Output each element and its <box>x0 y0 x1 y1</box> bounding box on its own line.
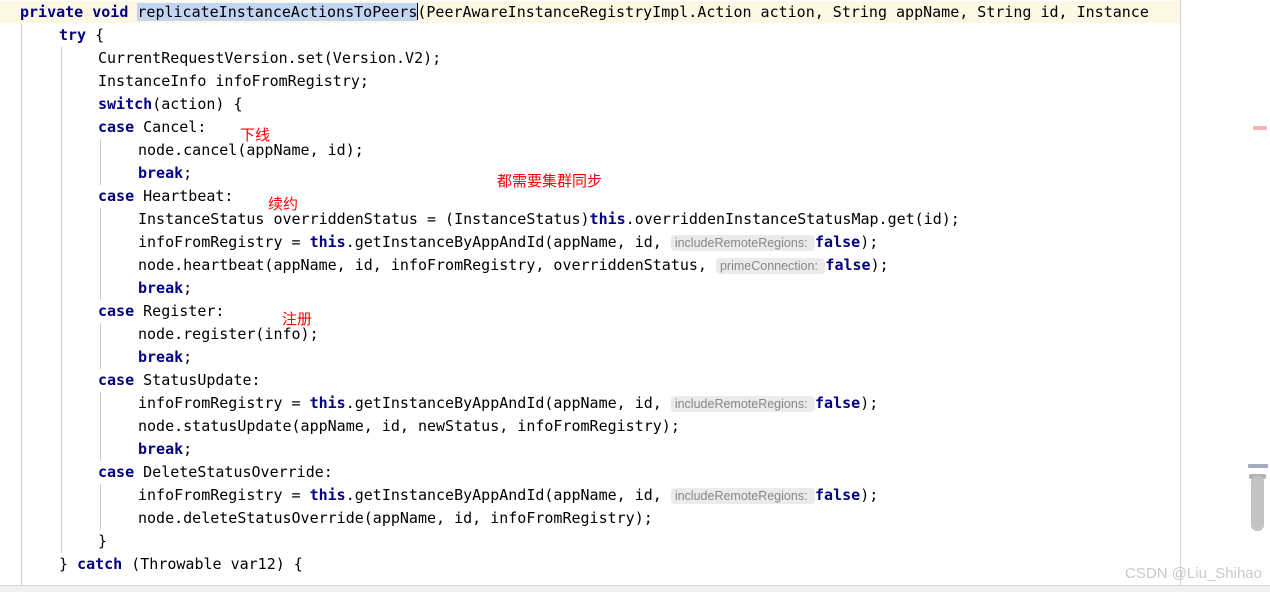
code-line[interactable]: node.heartbeat(appName, id, infoFromRegi… <box>0 254 889 277</box>
code-text: .getInstanceByAppAndId(appName, id, <box>345 486 671 504</box>
code-text: .getInstanceByAppAndId(appName, id, <box>345 233 671 251</box>
code-keyword: catch <box>77 555 123 573</box>
code-line[interactable]: case StatusUpdate: <box>0 369 261 392</box>
code-text: ; <box>183 279 193 297</box>
code-line[interactable]: switch(action) { <box>0 93 243 116</box>
code-line[interactable]: try { <box>0 24 104 47</box>
code-text: Register: <box>134 302 225 320</box>
code-text: ; <box>183 348 193 366</box>
code-keyword: case <box>98 118 135 136</box>
inlay-parameter-hint[interactable]: includeRemoteRegions: <box>670 488 816 504</box>
code-keyword: this <box>309 394 346 412</box>
selected-identifier: replicateInstanceActionsToPeers <box>137 3 418 21</box>
code-keyword: private <box>20 3 84 21</box>
code-text: } <box>98 532 108 550</box>
code-text: ); <box>860 394 879 412</box>
code-keyword: break <box>138 440 184 458</box>
code-line[interactable]: InstanceStatus overriddenStatus = (Insta… <box>0 208 960 231</box>
code-text: (Throwable var12) { <box>122 555 303 573</box>
inlay-hint-value: false <box>815 486 861 504</box>
code-line[interactable]: case Register: <box>0 300 224 323</box>
annotation-label: 续约 <box>268 195 299 213</box>
code-text: ); <box>860 233 879 251</box>
inlay-parameter-hint[interactable]: primeConnection: <box>715 258 826 274</box>
code-editor[interactable]: private void replicateInstanceActionsToP… <box>0 0 1270 592</box>
code-text: DeleteStatusOverride: <box>134 463 333 481</box>
code-text: Cancel: <box>134 118 207 136</box>
code-line[interactable]: } catch (Throwable var12) { <box>0 553 303 576</box>
error-stripe-marker[interactable] <box>1253 126 1267 130</box>
code-line[interactable]: break; <box>0 438 192 461</box>
code-line[interactable]: node.register(info); <box>0 323 319 346</box>
annotation-label: 下线 <box>240 126 271 144</box>
code-line[interactable]: node.statusUpdate(appName, id, newStatus… <box>0 415 680 438</box>
code-keyword: try <box>59 26 87 44</box>
code-text: (PeerAwareInstanceRegistryImpl.Action ac… <box>417 3 1149 21</box>
code-text: infoFromRegistry = <box>138 394 310 412</box>
code-line[interactable]: node.deleteStatusOverride(appName, id, i… <box>0 507 653 530</box>
code-line[interactable]: InstanceInfo infoFromRegistry; <box>0 70 369 93</box>
code-line[interactable]: infoFromRegistry = this.getInstanceByApp… <box>0 231 878 254</box>
code-text: InstanceInfo infoFromRegistry; <box>98 72 369 90</box>
code-keyword: case <box>98 187 135 205</box>
right-marker-gutter[interactable] <box>1181 0 1270 585</box>
csdn-watermark: CSDN @Liu_Shihao <box>1125 565 1262 582</box>
annotation-label: 注册 <box>282 310 313 328</box>
inlay-hint-value: false <box>825 256 871 274</box>
code-keyword: break <box>138 164 184 182</box>
code-keyword: this <box>589 210 626 228</box>
code-text: infoFromRegistry = <box>138 233 310 251</box>
code-text: } <box>59 555 78 573</box>
code-line[interactable]: break; <box>0 346 192 369</box>
code-keyword: case <box>98 463 135 481</box>
changed-lines-marker[interactable] <box>1248 464 1268 468</box>
editor-bottom-strip <box>0 585 1270 592</box>
code-text: (action) { <box>152 95 243 113</box>
code-text: ); <box>860 486 879 504</box>
code-text: infoFromRegistry = <box>138 486 310 504</box>
inlay-hint-value: false <box>815 394 861 412</box>
code-line[interactable]: node.cancel(appName, id); <box>0 139 364 162</box>
code-keyword: this <box>309 486 346 504</box>
code-keyword: this <box>309 233 346 251</box>
inlay-parameter-hint[interactable]: includeRemoteRegions: <box>670 235 816 251</box>
code-keyword: case <box>98 302 135 320</box>
code-text: ); <box>870 256 889 274</box>
code-text: .getInstanceByAppAndId(appName, id, <box>345 394 671 412</box>
code-keyword: switch <box>98 95 153 113</box>
code-line[interactable]: CurrentRequestVersion.set(Version.V2); <box>0 47 441 70</box>
inlay-hint-value: false <box>815 233 861 251</box>
code-line[interactable]: private void replicateInstanceActionsToP… <box>0 1 1149 24</box>
code-line[interactable]: break; <box>0 162 192 185</box>
code-text: .overriddenInstanceStatusMap.get(id); <box>625 210 960 228</box>
code-text: node.deleteStatusOverride(appName, id, i… <box>138 509 653 527</box>
annotation-label: 都需要集群同步 <box>497 172 603 190</box>
code-keyword: void <box>92 3 129 21</box>
code-text: { <box>86 26 105 44</box>
code-line[interactable]: infoFromRegistry = this.getInstanceByApp… <box>0 484 878 507</box>
code-text: ; <box>183 164 193 182</box>
code-line[interactable]: } <box>0 530 107 553</box>
code-line[interactable]: infoFromRegistry = this.getInstanceByApp… <box>0 392 878 415</box>
code-text: ; <box>183 440 193 458</box>
code-text: StatusUpdate: <box>134 371 261 389</box>
inlay-parameter-hint[interactable]: includeRemoteRegions: <box>670 396 816 412</box>
code-keyword: break <box>138 348 184 366</box>
code-keyword: break <box>138 279 184 297</box>
code-line[interactable]: case DeleteStatusOverride: <box>0 461 333 484</box>
code-line[interactable]: break; <box>0 277 192 300</box>
code-text: InstanceStatus overriddenStatus = (Insta… <box>138 210 590 228</box>
code-text: CurrentRequestVersion.set(Version.V2); <box>98 49 442 67</box>
code-text-area[interactable]: private void replicateInstanceActionsToP… <box>0 0 1180 585</box>
code-text: node.statusUpdate(appName, id, newStatus… <box>138 417 680 435</box>
code-line[interactable]: case Cancel: <box>0 116 206 139</box>
code-text: Heartbeat: <box>134 187 234 205</box>
vertical-scrollbar-thumb[interactable] <box>1251 476 1264 531</box>
code-line[interactable]: case Heartbeat: <box>0 185 233 208</box>
code-keyword: case <box>98 371 135 389</box>
code-text: node.heartbeat(appName, id, infoFromRegi… <box>138 256 716 274</box>
